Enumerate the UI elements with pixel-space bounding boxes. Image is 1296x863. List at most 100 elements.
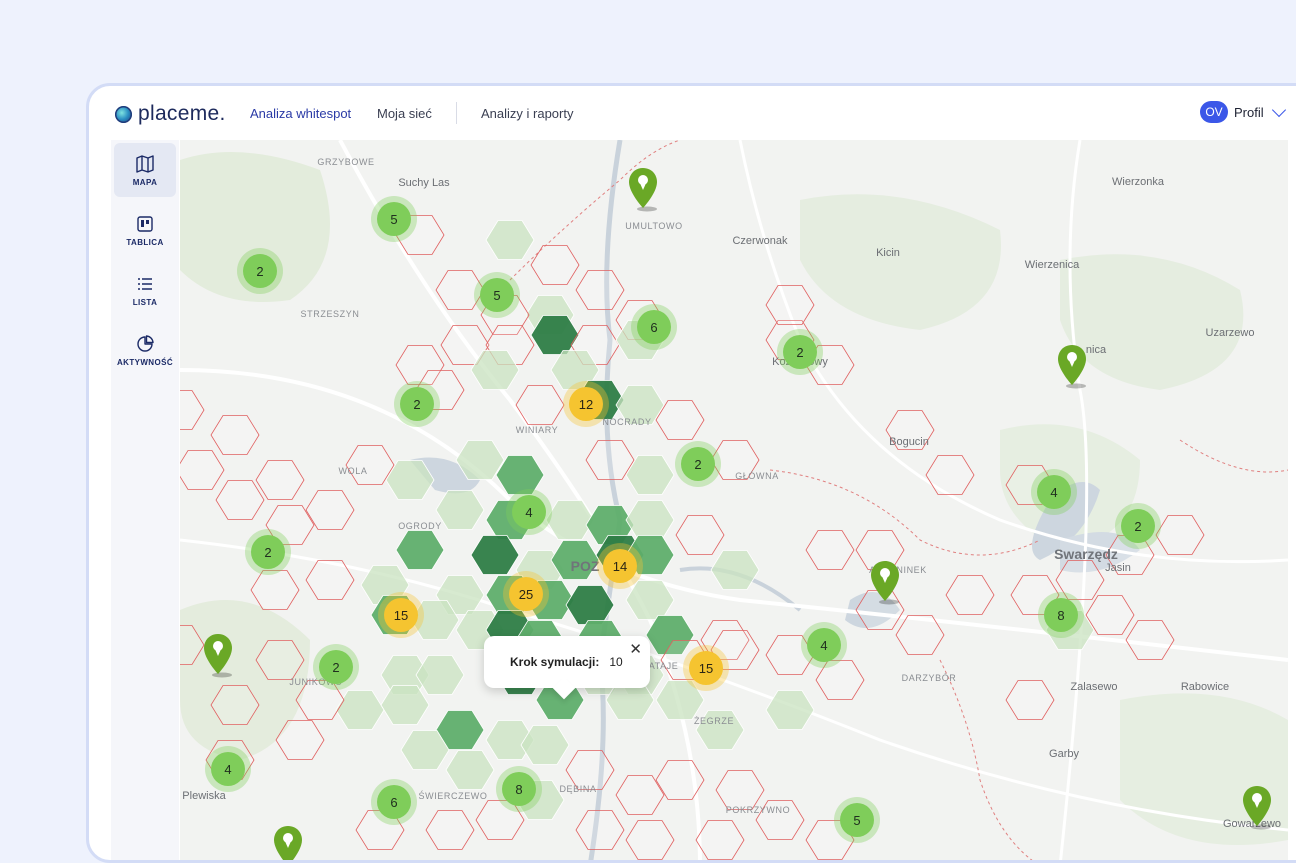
hexagon-cell[interactable] [655,680,705,720]
location-cluster[interactable]: 6 [637,310,671,344]
location-cluster[interactable]: 4 [512,495,546,529]
hexagon-cell[interactable] [445,750,495,790]
map-pin-icon[interactable] [272,824,304,863]
map-pin-icon[interactable] [1056,343,1088,389]
location-cluster[interactable]: 8 [1044,598,1078,632]
location-cluster[interactable]: 2 [243,254,277,288]
place-label: Uzarzewo [1205,327,1255,339]
nav-analizy-i-raporty[interactable]: Analizy i raporty [481,106,573,121]
place-label: Bogucin [889,436,929,448]
hexagon-cell[interactable] [695,820,745,860]
location-cluster[interactable]: 4 [807,628,841,662]
place-label: Garby [1049,748,1079,760]
sidebar-item-lista[interactable]: LISTA [114,263,176,317]
hexagon-cell[interactable] [710,550,760,590]
hexagon-cell[interactable] [475,800,525,840]
sidebar-item-mapa[interactable]: MAPA [114,143,176,197]
place-label: STRZESZYN [300,309,360,319]
hexagon-cell[interactable] [765,285,815,325]
top-navigation-bar: placeme. Analiza whitespot Moja sieć Ana… [89,86,1296,140]
location-cluster[interactable]: 5 [840,803,874,837]
hexagon-cell[interactable] [530,245,580,285]
location-cluster[interactable]: 8 [502,772,536,806]
hexagon-cell[interactable] [215,480,265,520]
hexagon-cell[interactable] [945,575,995,615]
place-label: POKRZYWNO [725,805,791,815]
location-cluster[interactable]: 5 [480,278,514,312]
hexagon-cell[interactable] [805,530,855,570]
location-cluster[interactable]: 5 [377,202,411,236]
hexagon-cell[interactable] [180,450,225,490]
place-label: GŁÓWNA [735,471,779,481]
hexagon-cell[interactable] [485,220,535,260]
hexagon-cell[interactable] [715,770,765,810]
hexagon-cell[interactable] [335,690,385,730]
sidebar-item-tablica[interactable]: TABLICA [114,203,176,257]
map-canvas[interactable]: GRZYBOWE Suchy Las UMULTOWO Czerwonak Kicin W… [180,140,1288,863]
hexagon-cell[interactable] [395,530,445,570]
location-cluster[interactable]: 4 [1037,475,1071,509]
hexagon-cell[interactable] [1125,620,1175,660]
hexagon-cell[interactable] [925,455,975,495]
hexagon-cell[interactable] [1155,515,1205,555]
app-logo[interactable]: placeme. [115,102,226,126]
location-cluster[interactable]: 12 [569,387,603,421]
location-cluster[interactable]: 2 [400,387,434,421]
location-cluster[interactable]: 4 [211,752,245,786]
hexagon-cell[interactable] [575,810,625,850]
place-label: WOLA [338,466,368,476]
hexagon-cell[interactable] [815,660,865,700]
location-cluster[interactable]: 2 [251,535,285,569]
map-pin-icon[interactable] [869,559,901,605]
sidebar-item-label: TABLICA [126,237,164,247]
hexagon-cell[interactable] [255,460,305,500]
hexagon-cell[interactable] [380,685,430,725]
hexagon-cell[interactable] [765,690,815,730]
avatar: OV [1200,101,1228,123]
nav-divider [456,102,457,124]
chevron-down-icon [1271,102,1286,117]
nav-moja-siec[interactable]: Moja sieć [377,106,432,121]
hexagon-cell[interactable] [470,535,520,575]
location-cluster[interactable]: 25 [509,577,543,611]
location-cluster[interactable]: 2 [783,335,817,369]
hexagon-cell[interactable] [625,820,675,860]
hexagon-cell[interactable] [425,810,475,850]
map-pin-icon[interactable] [627,166,659,212]
sidebar-item-aktywnosc[interactable]: AKTYWNOŚĆ [114,323,176,377]
place-label: UMULTOWO [625,221,683,231]
map-pin-icon[interactable] [1241,784,1273,830]
hexagon-cell[interactable] [625,500,675,540]
location-cluster[interactable]: 2 [319,650,353,684]
hexagon-cell[interactable] [250,570,300,610]
location-cluster[interactable]: 14 [603,549,637,583]
location-cluster[interactable]: 15 [384,598,418,632]
popup-label: Krok symulacji: [510,655,600,669]
close-icon[interactable]: ✕ [629,640,642,658]
location-cluster[interactable]: 2 [1121,509,1155,543]
hexagon-cell[interactable] [210,415,260,455]
board-icon [137,215,153,232]
place-label: DĘBINA [559,784,597,794]
place-label: nica [1085,344,1107,356]
logo-text: placeme. [138,102,226,125]
hexagon-cell[interactable] [575,270,625,310]
hexagon-cell[interactable] [415,655,465,695]
location-cluster[interactable]: 15 [689,651,723,685]
hexagon-cell[interactable] [675,515,725,555]
logo-mark-icon [115,105,132,123]
map-pin-icon[interactable] [202,632,234,678]
nav-analiza-whitespot[interactable]: Analiza whitespot [250,106,351,121]
place-label: POZ [570,558,600,574]
place-label: Wierzonka [1112,176,1164,188]
location-cluster[interactable]: 6 [377,785,411,819]
hexagon-cell[interactable] [435,270,485,310]
hexagon-cell[interactable] [1005,680,1055,720]
location-cluster[interactable]: 2 [681,447,715,481]
profile-menu[interactable]: OV Profil [1200,101,1286,123]
hexagon-cell[interactable] [180,390,205,430]
place-label: Kicin [876,247,900,259]
pie-chart-icon [137,334,154,352]
hexagon-cell[interactable] [435,490,485,530]
map-background [180,140,1288,860]
